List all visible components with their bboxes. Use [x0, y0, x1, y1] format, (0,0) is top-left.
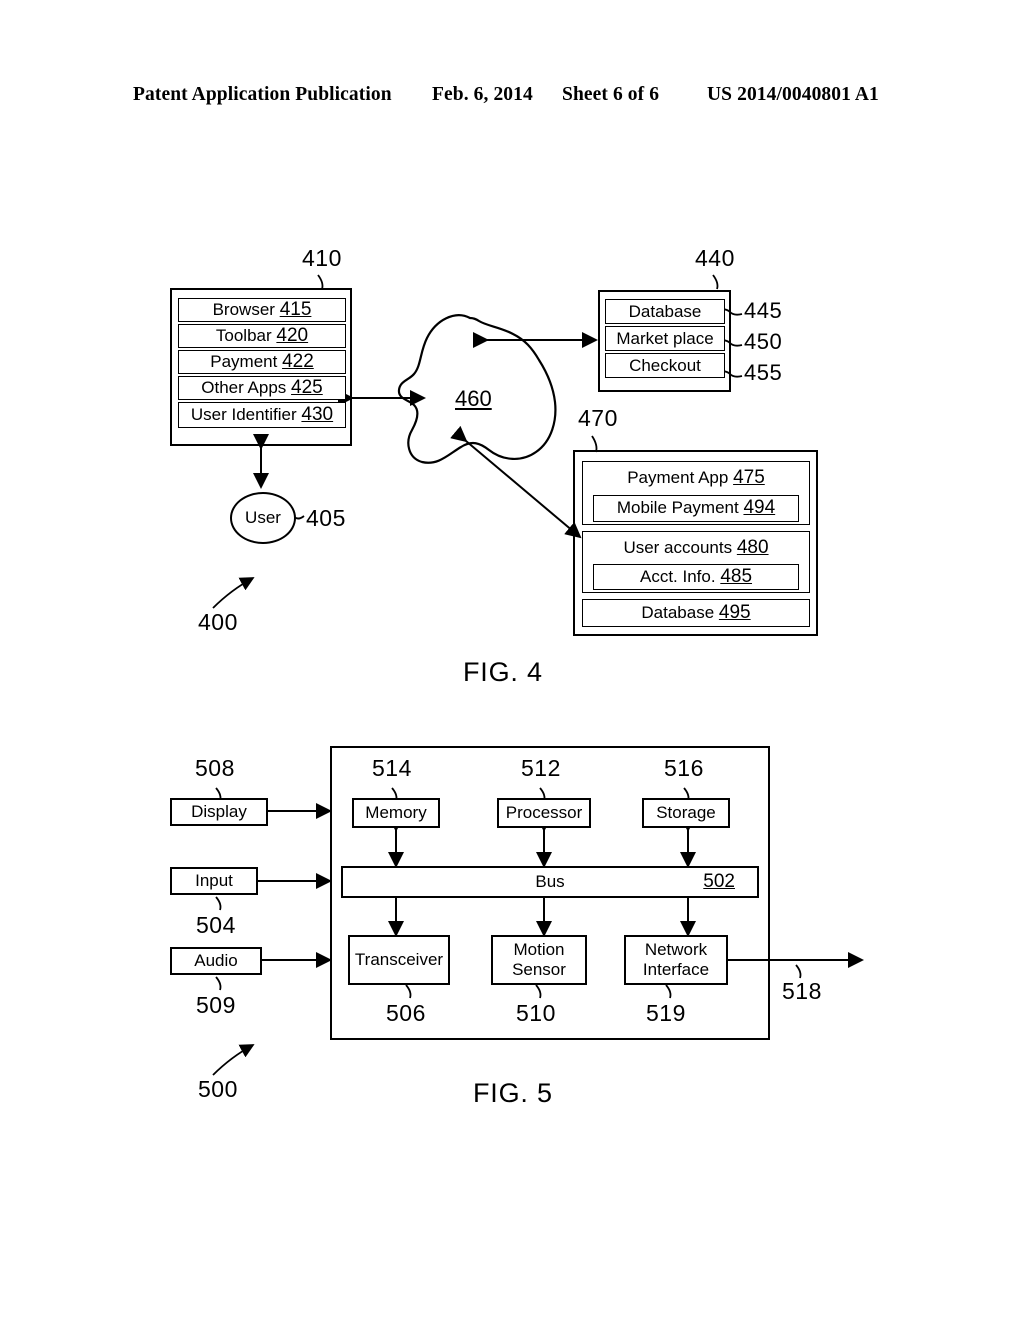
- bus-ref: 502: [703, 871, 735, 892]
- bus-bar[interactable]: Bus 502: [341, 866, 759, 898]
- merchant-item-checkout[interactable]: Checkout: [605, 353, 725, 378]
- bus-label: Bus: [535, 872, 565, 891]
- client-item-payment-ref: 422: [282, 351, 314, 373]
- client-item-other-apps-label: Other Apps: [201, 378, 287, 398]
- client-item-toolbar[interactable]: Toolbar 420: [178, 324, 346, 348]
- motion-sensor-label-line1: Motion: [513, 940, 565, 960]
- client-item-user-identifier-ref: 430: [301, 404, 334, 426]
- payment-app-group[interactable]: Payment App 475 Mobile Payment 494: [582, 461, 810, 525]
- label-516: 516: [664, 755, 704, 781]
- peripheral-input-label: Input: [195, 871, 233, 891]
- label-410: 410: [302, 245, 342, 271]
- figure-4-caption: FIG. 4: [463, 657, 543, 687]
- client-item-user-identifier-label: User Identifier: [190, 405, 297, 425]
- client-item-other-apps-ref: 425: [291, 377, 323, 399]
- client-item-other-apps[interactable]: Other Apps 425: [178, 376, 346, 400]
- acct-info-box[interactable]: Acct. Info. 485: [593, 563, 799, 590]
- user-accounts-group[interactable]: User accounts 480 Acct. Info. 485: [582, 531, 810, 593]
- label-508: 508: [195, 755, 235, 781]
- merchant-item-marketplace[interactable]: Market place: [605, 326, 725, 351]
- storage-label: Storage: [656, 803, 716, 823]
- label-445: 445: [744, 298, 783, 323]
- client-item-toolbar-ref: 420: [276, 325, 309, 347]
- label-506: 506: [386, 1000, 426, 1026]
- motion-sensor-label-line2: Sensor: [512, 960, 566, 979]
- user-accounts-ref: 480: [736, 537, 769, 558]
- user-node-label: User: [245, 508, 281, 527]
- processor-box[interactable]: Processor: [497, 798, 591, 828]
- peripheral-audio-box[interactable]: Audio: [170, 947, 262, 975]
- network-cloud-label: 460: [455, 386, 492, 411]
- payment-provider-container: Payment App 475 Mobile Payment 494 User …: [573, 450, 818, 636]
- peripheral-audio-label: Audio: [194, 951, 238, 971]
- user-node[interactable]: User: [230, 492, 296, 544]
- peripheral-input-box[interactable]: Input: [170, 867, 258, 895]
- label-440: 440: [695, 245, 735, 271]
- network-interface-label-line1: Network: [644, 940, 708, 960]
- acct-info-ref: 485: [720, 565, 753, 587]
- storage-box[interactable]: Storage: [642, 798, 730, 828]
- client-item-browser[interactable]: Browser 415: [178, 298, 346, 322]
- network-interface-box[interactable]: Network Interface: [624, 935, 728, 985]
- payment-app-label: Payment App: [627, 468, 729, 487]
- merchant-item-checkout-label: Checkout: [629, 355, 701, 375]
- label-510: 510: [516, 1000, 556, 1026]
- merchant-server-container: Database Market place Checkout: [598, 290, 731, 392]
- client-device-container: Browser 415 Toolbar 420 Payment 422 Othe…: [170, 288, 352, 446]
- provider-database-ref: 495: [718, 602, 751, 624]
- client-item-payment[interactable]: Payment 422: [178, 350, 346, 374]
- mobile-payment-label: Mobile Payment: [616, 498, 739, 518]
- motion-sensor-box[interactable]: Motion Sensor: [491, 935, 587, 985]
- provider-database-label: Database: [641, 603, 715, 623]
- merchant-item-marketplace-label: Market place: [616, 328, 714, 348]
- client-item-user-identifier[interactable]: User Identifier 430: [178, 402, 346, 428]
- transceiver-label: Transceiver: [354, 950, 444, 970]
- network-interface-label-line2: Interface: [642, 960, 710, 979]
- label-518: 518: [782, 978, 822, 1004]
- merchant-item-database-label: Database: [628, 301, 702, 321]
- transceiver-box[interactable]: Transceiver: [348, 935, 450, 985]
- client-item-browser-label: Browser: [212, 300, 275, 320]
- peripheral-display-label: Display: [191, 802, 247, 822]
- figure-5-caption: FIG. 5: [473, 1078, 553, 1108]
- acct-info-label: Acct. Info.: [639, 566, 716, 586]
- memory-box[interactable]: Memory: [352, 798, 440, 828]
- payment-app-ref: 475: [733, 467, 765, 488]
- mobile-payment-ref: 494: [743, 497, 776, 519]
- peripheral-display-box[interactable]: Display: [170, 798, 268, 826]
- label-512: 512: [521, 755, 561, 781]
- label-504: 504: [196, 912, 236, 938]
- client-item-browser-ref: 415: [279, 299, 312, 321]
- client-item-payment-label: Payment: [210, 352, 278, 372]
- label-455: 455: [744, 360, 783, 385]
- label-519: 519: [646, 1000, 686, 1026]
- memory-label: Memory: [365, 803, 427, 823]
- processor-label: Processor: [505, 803, 583, 823]
- label-470: 470: [578, 405, 618, 431]
- mobile-payment-box[interactable]: Mobile Payment 494: [593, 494, 799, 522]
- label-514: 514: [372, 755, 412, 781]
- label-500: 500: [198, 1076, 238, 1102]
- client-item-toolbar-label: Toolbar: [215, 326, 272, 346]
- provider-database-box[interactable]: Database 495: [582, 599, 810, 627]
- user-accounts-label: User accounts: [623, 538, 733, 557]
- label-509: 509: [196, 992, 236, 1018]
- merchant-item-database[interactable]: Database: [605, 299, 725, 324]
- label-405: 405: [306, 505, 346, 531]
- label-450: 450: [744, 329, 783, 354]
- label-400: 400: [198, 609, 238, 635]
